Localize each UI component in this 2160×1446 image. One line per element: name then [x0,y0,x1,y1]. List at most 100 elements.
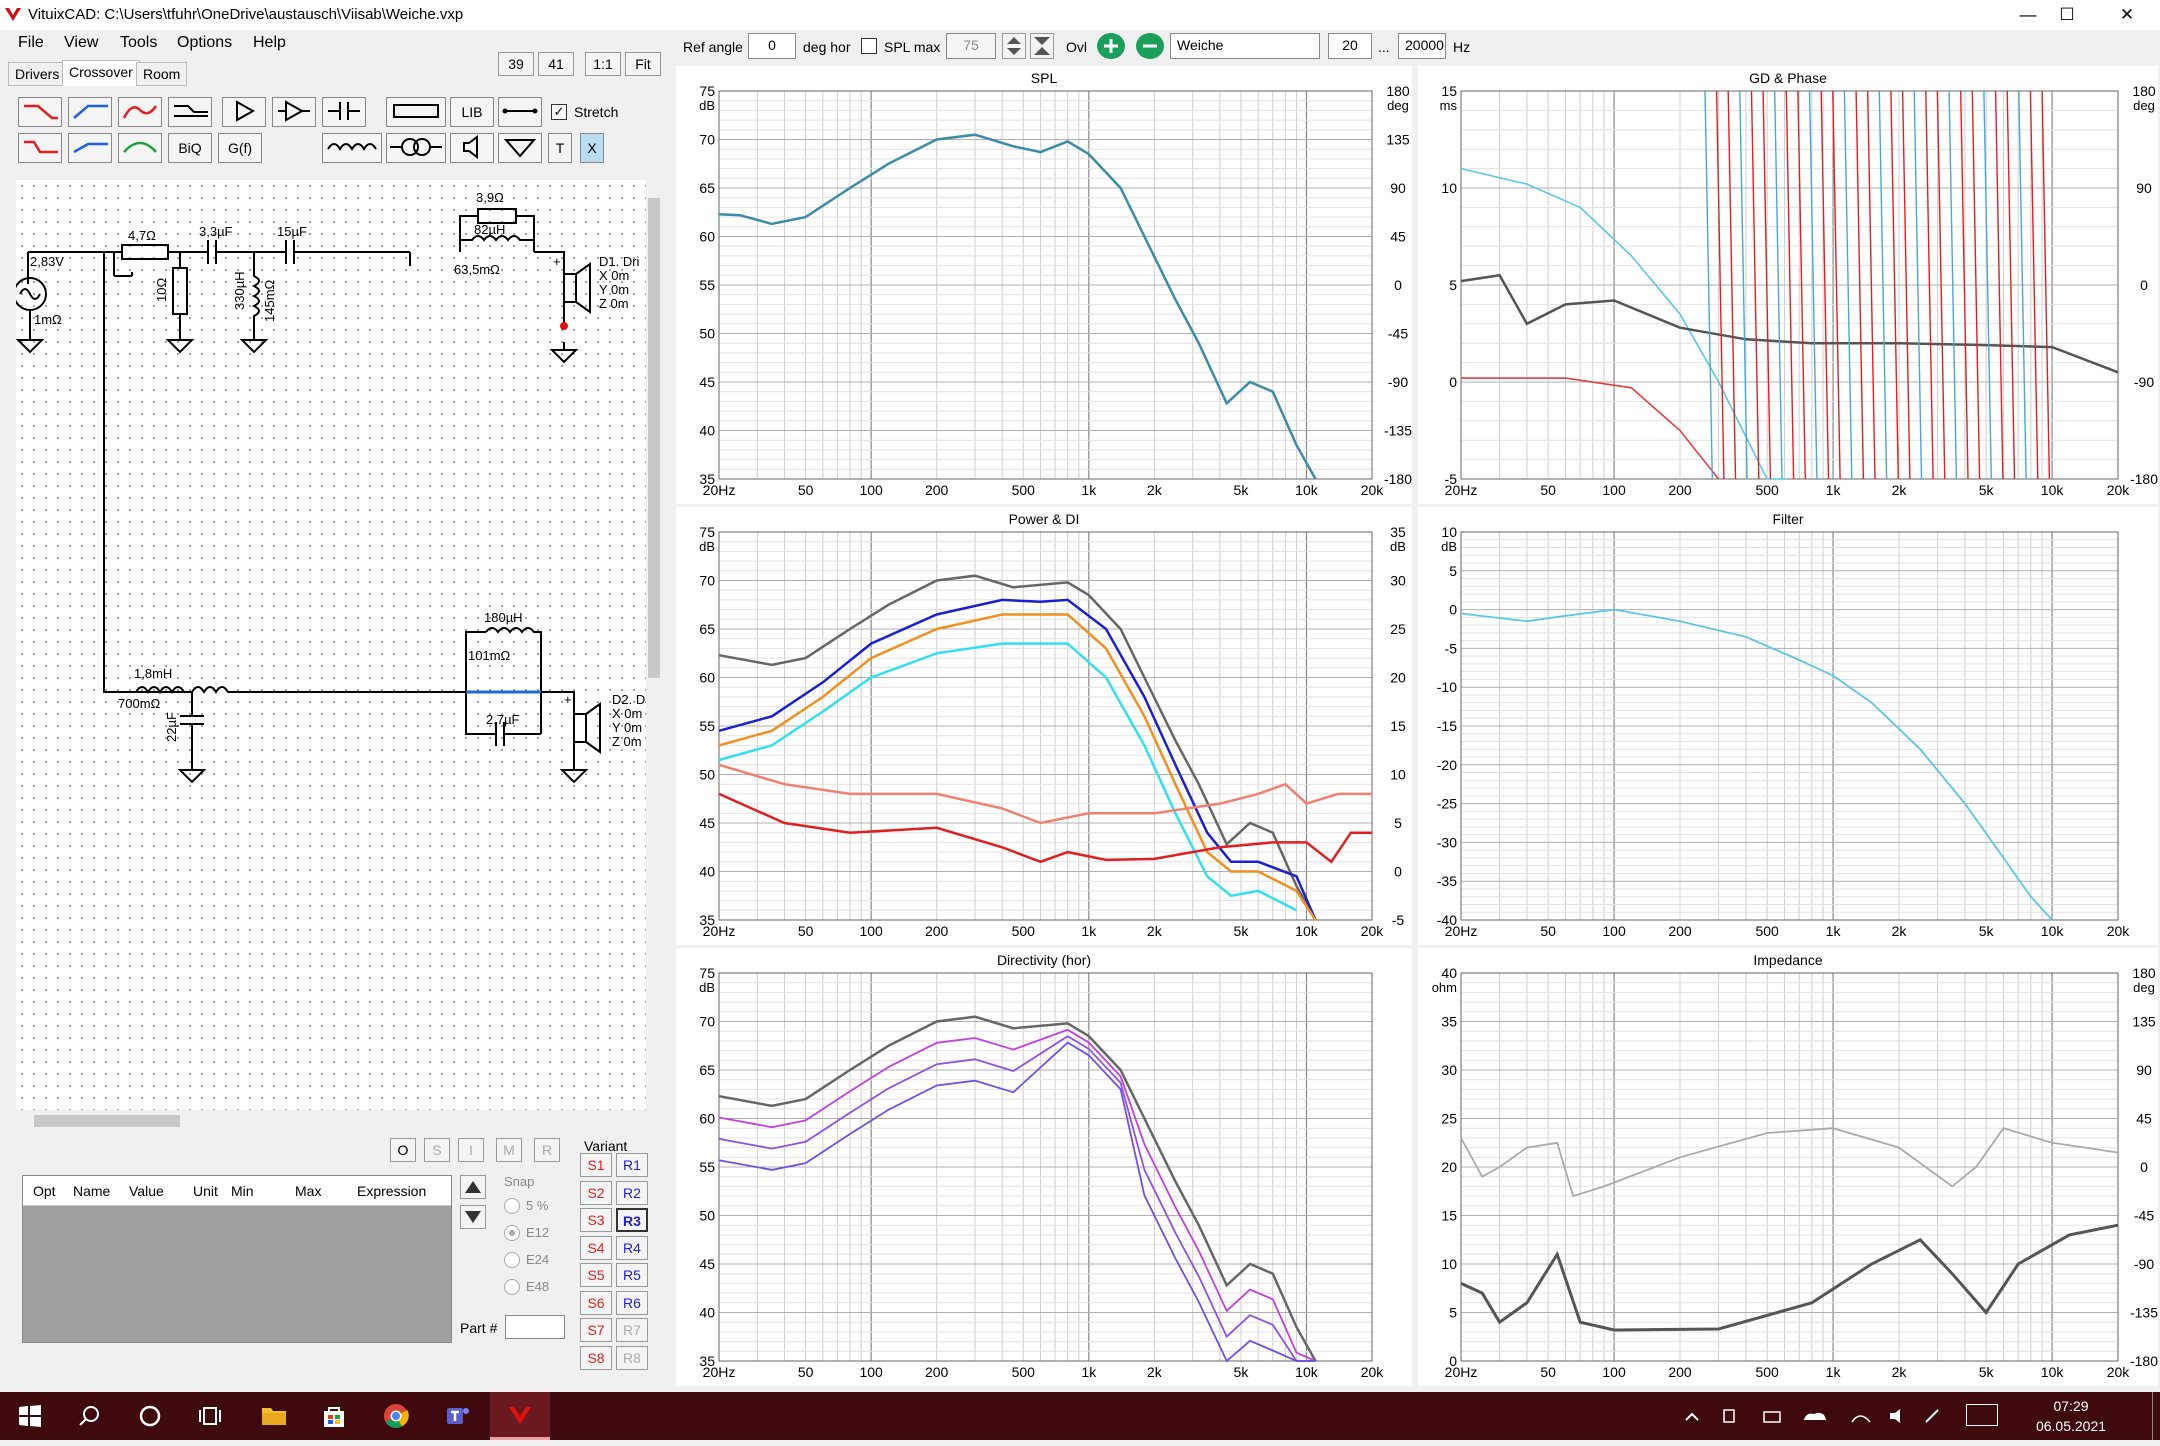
variant-r3-button[interactable]: R3 [616,1208,648,1232]
schematic-horizontal-scrollbar[interactable] [16,1112,646,1130]
remove-overlay-button[interactable] [1136,33,1164,59]
search-icon[interactable] [60,1392,120,1440]
move-up-button[interactable] [460,1175,486,1199]
bandpass-red-tool[interactable] [118,97,162,127]
variant-s2-button[interactable]: S2 [580,1180,612,1205]
text-tool[interactable]: T [548,133,572,163]
teams-icon[interactable] [428,1392,488,1440]
close-button[interactable]: ✕ [2094,0,2160,30]
variant-r7-button[interactable]: R7 [616,1318,648,1342]
variant-s3-button[interactable]: S3 [580,1208,612,1232]
zoom-1to1-button[interactable]: 1:1 [585,52,621,76]
vituixcad-taskbar-icon[interactable] [490,1392,550,1440]
spl-chart[interactable]: 757065605550454035dB18013590450-45-90-13… [676,66,1412,504]
gd-phase-chart[interactable]: 151050-5ms180900-90-180deg20Hz 50 100 200 50… [1418,66,2158,504]
tab-crossover[interactable]: Crossover [62,60,140,86]
schematic-vertical-scrollbar[interactable] [646,180,662,1110]
tray-icons[interactable] [1680,1404,1970,1431]
windows-start-icon[interactable] [0,1392,60,1440]
variant-r2-button[interactable]: R2 [616,1180,648,1205]
snap-e12-radio[interactable] [504,1225,520,1241]
store-icon[interactable] [304,1392,364,1440]
wire-tool[interactable] [498,97,542,127]
spl-max-input[interactable]: 75 [946,33,996,59]
peak-tool[interactable] [118,133,162,163]
taskbar-time[interactable]: 07:29 [2036,1398,2106,1414]
menu-file[interactable]: File [18,34,44,52]
spl-max-checkbox[interactable] [861,38,877,54]
tab-room[interactable]: Room [136,62,188,86]
variant-s5-button[interactable]: S5 [580,1263,612,1287]
cortana-icon[interactable] [120,1392,180,1440]
variant-s6-button[interactable]: S6 [580,1290,612,1315]
inductor-tool[interactable] [322,133,382,163]
variant-r1-button[interactable]: R1 [616,1153,648,1177]
impedance-chart[interactable]: 40 35 30 25 20 15 10 50 ohm 180 135 90 45 0 -45 -90 -135… [1418,948,2158,1386]
power-di-chart[interactable]: 757065605550454035dB35302520151050-5dB20… [676,507,1412,945]
biquad-button[interactable]: BiQ [168,133,212,163]
opt-o-button[interactable]: O [390,1138,416,1162]
opt-i-button[interactable]: I [458,1138,484,1162]
zoom-41-button[interactable]: 41 [538,52,574,76]
maximize-button[interactable]: ☐ [2034,0,2100,30]
menu-help[interactable]: Help [253,34,286,52]
variant-s1-button[interactable]: S1 [580,1153,612,1177]
tab-drivers[interactable]: Drivers [8,62,67,86]
task-view-icon[interactable] [180,1392,240,1440]
lowpass2-tool[interactable] [18,133,62,163]
freq-high-input[interactable]: 20000 [1398,33,1446,59]
move-down-button[interactable] [460,1205,486,1229]
scroll-thumb[interactable] [34,1115,180,1127]
part-number-input[interactable] [505,1315,565,1339]
chrome-icon[interactable] [366,1392,426,1440]
menu-tools[interactable]: Tools [120,34,157,52]
ground-tool[interactable] [498,133,542,163]
freq-low-input[interactable]: 20 [1328,33,1372,59]
taskbar-date[interactable]: 06.05.2021 [2016,1418,2126,1434]
variant-r4-button[interactable]: R4 [616,1235,648,1260]
snap-5pct-radio[interactable] [504,1198,520,1214]
opt-s-button[interactable]: S [424,1138,450,1162]
highpass-blue-tool[interactable] [68,97,112,127]
scroll-thumb[interactable] [648,198,660,678]
variant-r6-button[interactable]: R6 [616,1290,648,1315]
directivity-chart[interactable]: 757065605550454035dB20Hz 50 100 200 500 1k 2k 5… [676,948,1412,1386]
menu-view[interactable]: View [64,34,98,52]
ref-angle-input[interactable]: 0 [748,33,796,59]
variant-r8-button[interactable]: R8 [616,1345,648,1370]
overlay-name-input[interactable]: Weiche [1170,33,1320,59]
transfer-function-button[interactable]: G(f) [218,133,262,163]
transformer-tool[interactable] [386,133,446,163]
add-overlay-button[interactable] [1097,33,1125,59]
shelf-tool[interactable] [168,97,212,127]
zoom-fit-button[interactable]: Fit [625,52,661,76]
stretch-checkbox[interactable]: ✓ [551,104,567,120]
variant-s8-button[interactable]: S8 [580,1345,612,1370]
amplifier-tool[interactable] [272,97,316,127]
buffer-tool[interactable] [222,97,266,127]
capacitor-tool[interactable] [322,97,366,127]
lowpass-red-tool[interactable] [18,97,62,127]
driver-tool[interactable] [450,133,494,163]
spl-fit-button[interactable] [1030,33,1054,59]
file-explorer-icon[interactable] [244,1392,304,1440]
schematic-canvas[interactable]: 4,7Ω 3,3µF 15µF 2,83V 1mΩ 10Ω 330µH 145m… [16,180,646,1110]
opt-m-button[interactable]: M [496,1138,522,1162]
show-desktop-button[interactable] [2152,1392,2160,1440]
filter-chart[interactable]: 1050-5-10-15-20-25-30-35-40dB20Hz 50 100 20… [1418,507,2158,945]
opt-r-button[interactable]: R [534,1138,560,1162]
menu-options[interactable]: Options [177,34,232,52]
keyboard-icon[interactable] [1966,1404,1998,1426]
library-button[interactable]: LIB [450,97,494,127]
highpass2-tool[interactable] [68,133,112,163]
zoom-39-button[interactable]: 39 [498,52,534,76]
variant-s7-button[interactable]: S7 [580,1318,612,1342]
optimizer-table[interactable]: Opt Name Value Unit Min Max Expression [22,1175,452,1343]
resistor-tool[interactable] [386,97,446,127]
variant-s4-button[interactable]: S4 [580,1235,612,1260]
snap-e48-radio[interactable] [504,1279,520,1295]
snap-e24-radio[interactable] [504,1252,520,1268]
delete-tool[interactable]: X [580,133,604,163]
variant-r5-button[interactable]: R5 [616,1263,648,1287]
spl-updown-button[interactable] [1002,33,1026,59]
